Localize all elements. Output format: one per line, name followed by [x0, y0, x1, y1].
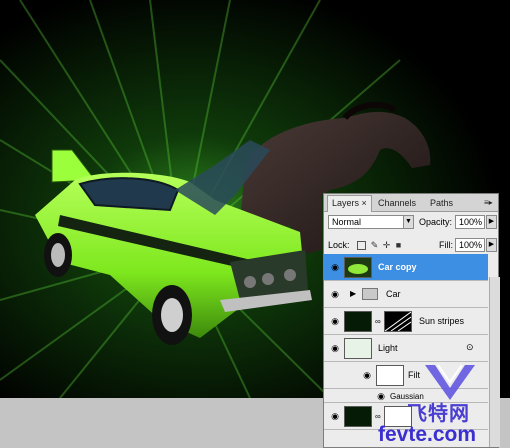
layer-name: Car [386, 289, 401, 299]
layer-name: Car copy [378, 262, 417, 272]
layer-thumbnail [344, 338, 372, 359]
layer-light[interactable]: ◉ Light ⊙ [324, 335, 488, 362]
layers-scrollbar[interactable] [489, 277, 500, 447]
fill-label: Fill: [439, 240, 453, 250]
blend-mode-select[interactable]: Normal [328, 215, 408, 229]
tab-layers-label: Layers [332, 198, 360, 208]
layer-thumbnail [344, 257, 372, 278]
layer-thumbnail [344, 406, 372, 427]
chevron-down-icon[interactable]: ▼ [403, 215, 414, 229]
filter-mask-thumbnail [376, 365, 404, 386]
chevron-right-icon[interactable]: ▶ [350, 289, 356, 298]
chain-link-icon: ∞ [375, 317, 381, 326]
brush-icon[interactable]: ✎ [370, 240, 379, 250]
fill-value: 100% [459, 240, 483, 250]
chevron-right-icon[interactable]: ▶ [486, 238, 497, 252]
chain-link-icon: ∞ [375, 412, 381, 421]
car-thumbnail-icon [348, 264, 368, 274]
tab-layers[interactable]: Layers × [327, 195, 372, 212]
panel-tabs: Layers × Channels Paths ≡▸ [324, 194, 498, 212]
layer-name: Sun stripes [419, 316, 465, 326]
lock-transparent-icon[interactable] [357, 241, 366, 250]
eye-icon[interactable]: ◉ [328, 263, 342, 272]
opacity-label: Opacity: [419, 217, 453, 227]
layer-mask-thumbnail [384, 311, 412, 332]
tab-paths[interactable]: Paths [426, 196, 457, 210]
fill-input[interactable]: 100% [455, 238, 485, 252]
blend-mode-value: Normal [332, 217, 362, 227]
close-icon[interactable]: × [362, 198, 367, 208]
panel-menu-icon[interactable]: ≡▸ [480, 196, 497, 210]
layer-sun-stripes[interactable]: ◉ ∞ Sun stripes [324, 308, 488, 335]
effects-icon[interactable]: ⊙ [466, 342, 474, 353]
layer-name: Filt [408, 370, 420, 380]
eye-icon[interactable]: ◉ [328, 317, 342, 326]
chevron-right-icon[interactable]: ▶ [486, 215, 497, 229]
layer-thumbnail [344, 311, 372, 332]
lock-icon[interactable]: ■ [394, 240, 403, 250]
lock-label: Lock: [328, 240, 350, 250]
eye-icon[interactable]: ◉ [360, 371, 374, 380]
opacity-value: 100% [459, 217, 483, 227]
layer-group-car[interactable]: ◉ ▶ Car [324, 281, 488, 308]
layer-car-copy[interactable]: ◉ Car copy [324, 254, 488, 281]
stripes-mask-icon [384, 311, 412, 332]
tab-channels[interactable]: Channels [374, 196, 420, 210]
watermark-url: fevte.com [378, 423, 477, 446]
layer-name: Light [378, 343, 398, 353]
eye-icon[interactable]: ◉ [328, 412, 342, 421]
watermark-chinese-text: 飞特网 [407, 403, 470, 425]
folder-icon [362, 288, 378, 300]
opacity-input[interactable]: 100% [455, 215, 485, 229]
move-icon[interactable]: ✛ [382, 240, 391, 250]
eye-icon[interactable]: ◉ [328, 344, 342, 353]
eye-icon[interactable]: ◉ [328, 290, 342, 299]
eye-icon[interactable]: ◉ [374, 392, 388, 401]
